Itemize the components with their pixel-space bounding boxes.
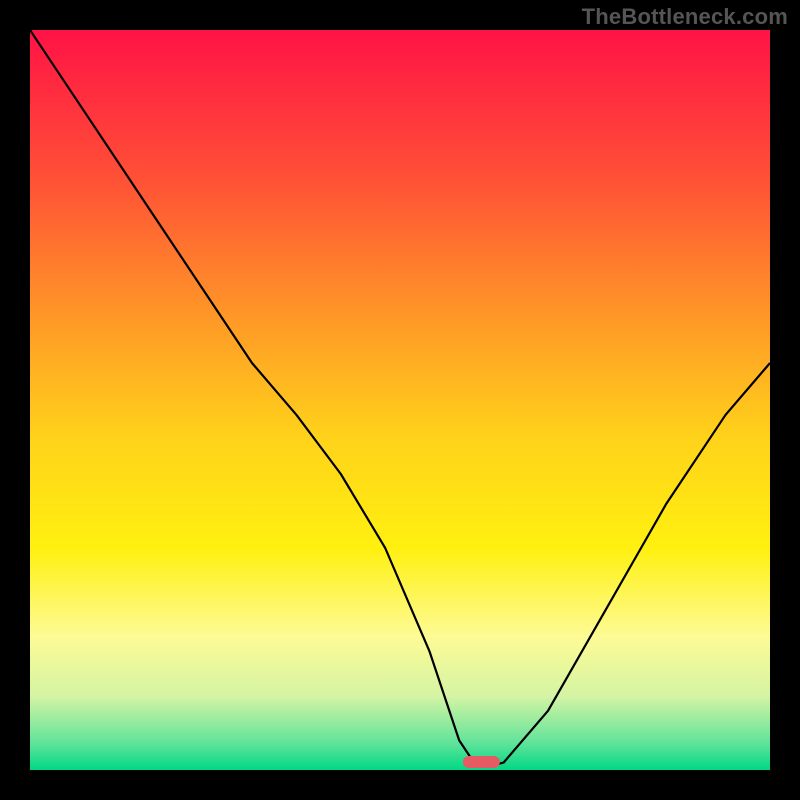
chart-svg [30, 30, 770, 770]
chart-frame: TheBottleneck.com [0, 0, 800, 800]
optimal-region-marker [463, 756, 500, 768]
gradient-background [30, 30, 770, 770]
plot-area [30, 30, 770, 770]
watermark-text: TheBottleneck.com [582, 4, 788, 30]
